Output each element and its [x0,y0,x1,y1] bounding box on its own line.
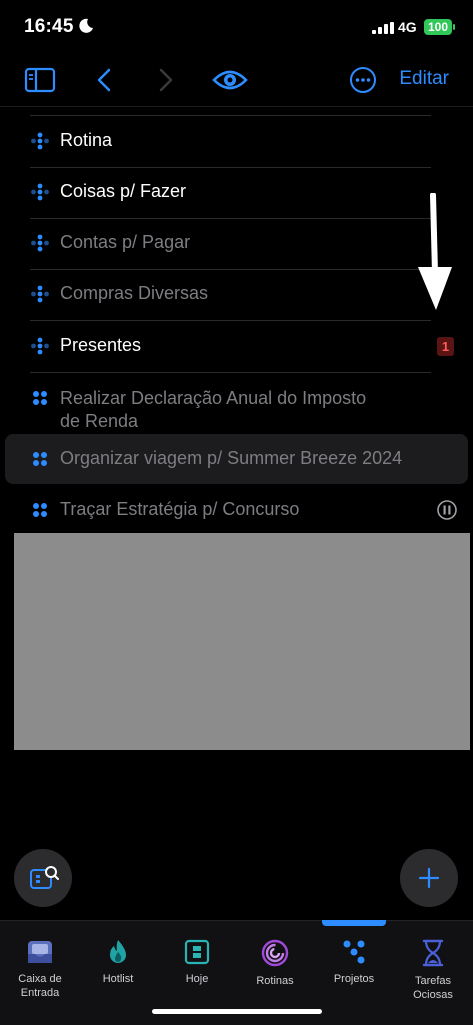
project-folder-icon [31,132,49,150]
tab-label-line2: Entrada [20,987,60,999]
chevron-left-icon [97,68,111,92]
project-label: Traçar Estratégia p/ Concurso [60,499,300,519]
ellipsis-circle-icon [350,67,376,93]
paused-icon [437,500,457,520]
redacted-area [14,533,470,750]
tab-label: Rotinas [256,975,294,987]
list-item-compras[interactable]: Compras Diversas [30,269,431,321]
flame-icon [110,940,126,963]
list-item-label: Presentes [60,335,142,355]
project-icon [33,391,47,405]
tab-label-line1: Tarefas [414,975,452,987]
project-folder-icon [31,183,49,201]
toolbar-divider [0,106,473,107]
sidebar-toggle-button[interactable] [22,62,58,98]
battery-indicator: 100 [424,19,452,35]
sidebar-icon [24,67,56,93]
hourglass-icon [422,939,444,967]
routine-icon [261,939,289,967]
tab-rotinas[interactable]: Rotinas [240,938,310,988]
inbox-icon [28,941,52,963]
list-item-contas[interactable]: Contas p/ Pagar [30,218,431,270]
status-time: 16:45 [24,16,74,37]
list-item-rotina[interactable]: Rotina [30,116,431,168]
count-badge: 1 [437,337,454,356]
project-item-viagem[interactable]: Organizar viagem p/ Summer Breeze 2024 [30,434,440,484]
view-options-button[interactable] [210,62,250,98]
tab-label-line2: Ociosas [413,989,453,1001]
list-item-presentes[interactable]: Presentes [30,321,431,373]
eye-icon [212,70,248,90]
list-item-label: Contas p/ Pagar [60,232,191,252]
home-indicator[interactable] [152,1009,322,1014]
network-type: 4G [398,19,417,35]
quick-search-button[interactable] [14,849,72,907]
project-folder-icon [31,337,49,355]
tab-hoje[interactable]: Hoje [162,938,232,986]
project-label-line1: Realizar Declaração Anual do Imposto [60,388,367,408]
list-item-label: Compras Diversas [60,283,209,303]
chevron-right-icon [159,68,173,92]
plus-icon [418,867,440,889]
edit-button[interactable]: Editar [399,68,449,90]
list-item-coisas[interactable]: Coisas p/ Fazer [30,167,431,219]
tab-hotlist[interactable]: Hotlist [83,938,153,986]
project-label: Realizar Declaração Anual do Imposto de … [60,387,366,433]
tab-caixa-de-entrada[interactable]: Caixa de Entrada [5,938,75,1000]
project-item-declaracao[interactable]: Realizar Declaração Anual do Imposto de … [30,383,430,431]
forward-button[interactable] [154,62,178,98]
project-label: Organizar viagem p/ Summer Breeze 2024 [60,448,403,468]
active-tab-indicator [322,920,386,926]
tab-label: Hoje [185,973,209,985]
annotation-arrow-icon [418,193,452,310]
project-folder-icon [31,285,49,303]
project-icon [33,503,47,517]
tab-label: Projetos [333,973,375,985]
project-label-line2: de Renda [60,411,139,431]
tab-label: Hotlist [102,973,134,985]
back-button[interactable] [92,62,116,98]
tab-label-line1: Caixa de [18,973,62,985]
tab-tarefas-ociosas[interactable]: Tarefas Ociosas [398,938,468,1002]
today-icon [184,939,210,965]
project-item-concurso[interactable]: Traçar Estratégia p/ Concurso [30,496,460,526]
project-icon [33,452,47,466]
search-card-icon [30,866,59,889]
signal-icon [372,22,394,34]
tab-projetos[interactable]: Projetos [319,938,389,986]
project-folder-icon [31,234,49,252]
add-button[interactable] [400,849,458,907]
more-button[interactable] [348,62,378,98]
projects-icon [343,940,365,964]
list-item-label: Coisas p/ Fazer [60,181,187,201]
list-item-label: Rotina [60,130,113,150]
moon-icon [79,18,93,33]
battery-tip [453,24,455,30]
